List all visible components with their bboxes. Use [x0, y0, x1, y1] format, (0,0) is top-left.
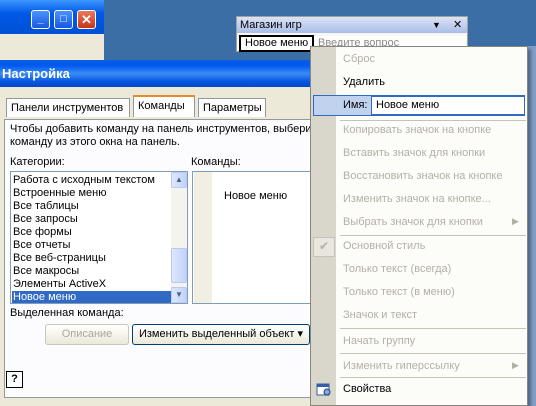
categories-list[interactable]: Работа с исходным текстом Встроенные мен…	[10, 171, 188, 304]
instruction-text-1: Чтобы добавить команду на панель инструм…	[10, 123, 312, 135]
scroll-down-icon[interactable]: ▼	[171, 287, 187, 303]
list-item[interactable]: Работа с исходным текстом	[12, 174, 174, 187]
tab-commands[interactable]: Команды	[133, 95, 195, 117]
categories-label: Категории:	[10, 156, 65, 168]
properties-icon	[316, 381, 332, 397]
modify-selection-button[interactable]: Изменить выделенный объект ▾	[132, 324, 310, 345]
minimize-button[interactable]: _	[31, 10, 50, 29]
toolbar-options-icon[interactable]: ▼	[432, 17, 441, 33]
tab-commands-label: Команды	[138, 100, 185, 112]
toolbar-titlebar[interactable]: Магазин игр ▼ ✕	[237, 17, 467, 33]
help-icon: ?	[11, 373, 18, 385]
menu-item-text-only-always[interactable]: Только текст (всегда)	[343, 263, 451, 275]
menu-item-edit-icon[interactable]: Изменить значок на кнопке...	[343, 193, 491, 205]
menu-item-edit-hyperlink[interactable]: Изменить гиперссылку	[343, 360, 460, 372]
instruction-text-2: команду из этого окна на панель.	[10, 136, 180, 148]
list-item[interactable]: Элементы ActiveX	[12, 278, 174, 291]
submenu-arrow-icon: ▶	[512, 360, 519, 370]
scroll-up-icon[interactable]: ▲	[171, 172, 187, 188]
customize-dialog: Настройка Панели инструментов Команды Па…	[0, 60, 320, 406]
menu-item-properties[interactable]: Свойства	[343, 383, 391, 395]
menu-separator	[340, 328, 526, 329]
menu-item-begin-group[interactable]: Начать группу	[343, 335, 415, 347]
menu-item-icon-and-text[interactable]: Значок и текст	[343, 309, 417, 321]
commands-label: Команды:	[191, 156, 241, 168]
list-item[interactable]: Встроенные меню	[12, 187, 174, 200]
commands-list[interactable]: Новое меню	[192, 171, 320, 304]
close-button[interactable]: ✕	[77, 10, 96, 29]
menu-separator	[340, 353, 526, 354]
menu-item-delete[interactable]: Удалить	[343, 76, 385, 88]
menu-item-restore-icon[interactable]: Восстановить значок на кнопке	[343, 170, 502, 182]
scroll-thumb[interactable]	[171, 248, 187, 283]
toolbar-new-menu-button[interactable]: Новое меню	[239, 35, 314, 52]
menu-separator	[340, 235, 526, 236]
list-item-selected[interactable]: Новое меню	[12, 291, 174, 303]
list-item[interactable]: Все запросы	[12, 213, 174, 226]
list-item[interactable]: Все формы	[12, 226, 174, 239]
dialog-title: Настройка	[2, 66, 70, 81]
menu-separator	[340, 120, 526, 121]
menu-item-paste-icon[interactable]: Вставить значок для кнопки	[343, 147, 485, 159]
tab-options-label: Параметры	[203, 102, 262, 114]
dialog-titlebar: Настройка	[0, 60, 320, 87]
description-button-label: Описание	[61, 328, 113, 340]
list-item[interactable]: Все веб-страницы	[12, 252, 174, 265]
commands-icon-column	[194, 172, 212, 303]
list-item[interactable]: Все таблицы	[12, 200, 174, 213]
menu-item-text-only-menu[interactable]: Только текст (в меню)	[343, 286, 455, 298]
toolbar-title: Магазин игр	[240, 19, 302, 31]
list-item[interactable]: Все макросы	[12, 265, 174, 278]
minimize-icon: _	[37, 13, 44, 25]
background-window: _ □ ✕	[0, 0, 104, 66]
name-input[interactable]: Новое меню	[371, 96, 525, 115]
menu-item-choose-icon[interactable]: Выбрать значок для кнопки	[343, 216, 483, 228]
tab-toolbars-label: Панели инструментов	[11, 102, 124, 114]
checkmark-icon: ✔	[319, 239, 330, 253]
menu-separator	[340, 377, 526, 378]
background-window-titlebar: _ □ ✕	[0, 0, 104, 34]
tab-toolbars[interactable]: Панели инструментов	[6, 98, 130, 117]
close-icon: ✕	[81, 12, 92, 27]
dropdown-arrow-icon: ▾	[297, 328, 303, 340]
list-item[interactable]: Все отчеты	[12, 239, 174, 252]
maximize-icon: □	[60, 13, 67, 25]
toolbar-close-icon[interactable]: ✕	[453, 17, 462, 33]
categories-scrollbar[interactable]: ▲ ▼	[171, 172, 187, 303]
selected-command-label: Выделенная команда:	[10, 307, 124, 319]
modify-selection-label: Изменить выделенный объект	[138, 328, 295, 340]
menu-item-name-label: Имя:	[343, 99, 368, 111]
tab-options[interactable]: Параметры	[198, 98, 266, 117]
help-button[interactable]: ?	[6, 371, 23, 388]
command-item[interactable]: Новое меню	[224, 190, 287, 202]
menu-item-default-style[interactable]: Основной стиль	[343, 240, 425, 252]
description-button[interactable]: Описание	[45, 324, 129, 345]
submenu-arrow-icon: ▶	[512, 216, 519, 226]
maximize-button[interactable]: □	[54, 10, 73, 29]
menu-item-reset[interactable]: Сброс	[343, 53, 375, 65]
menu-item-copy-icon[interactable]: Копировать значок на кнопке	[343, 124, 491, 136]
